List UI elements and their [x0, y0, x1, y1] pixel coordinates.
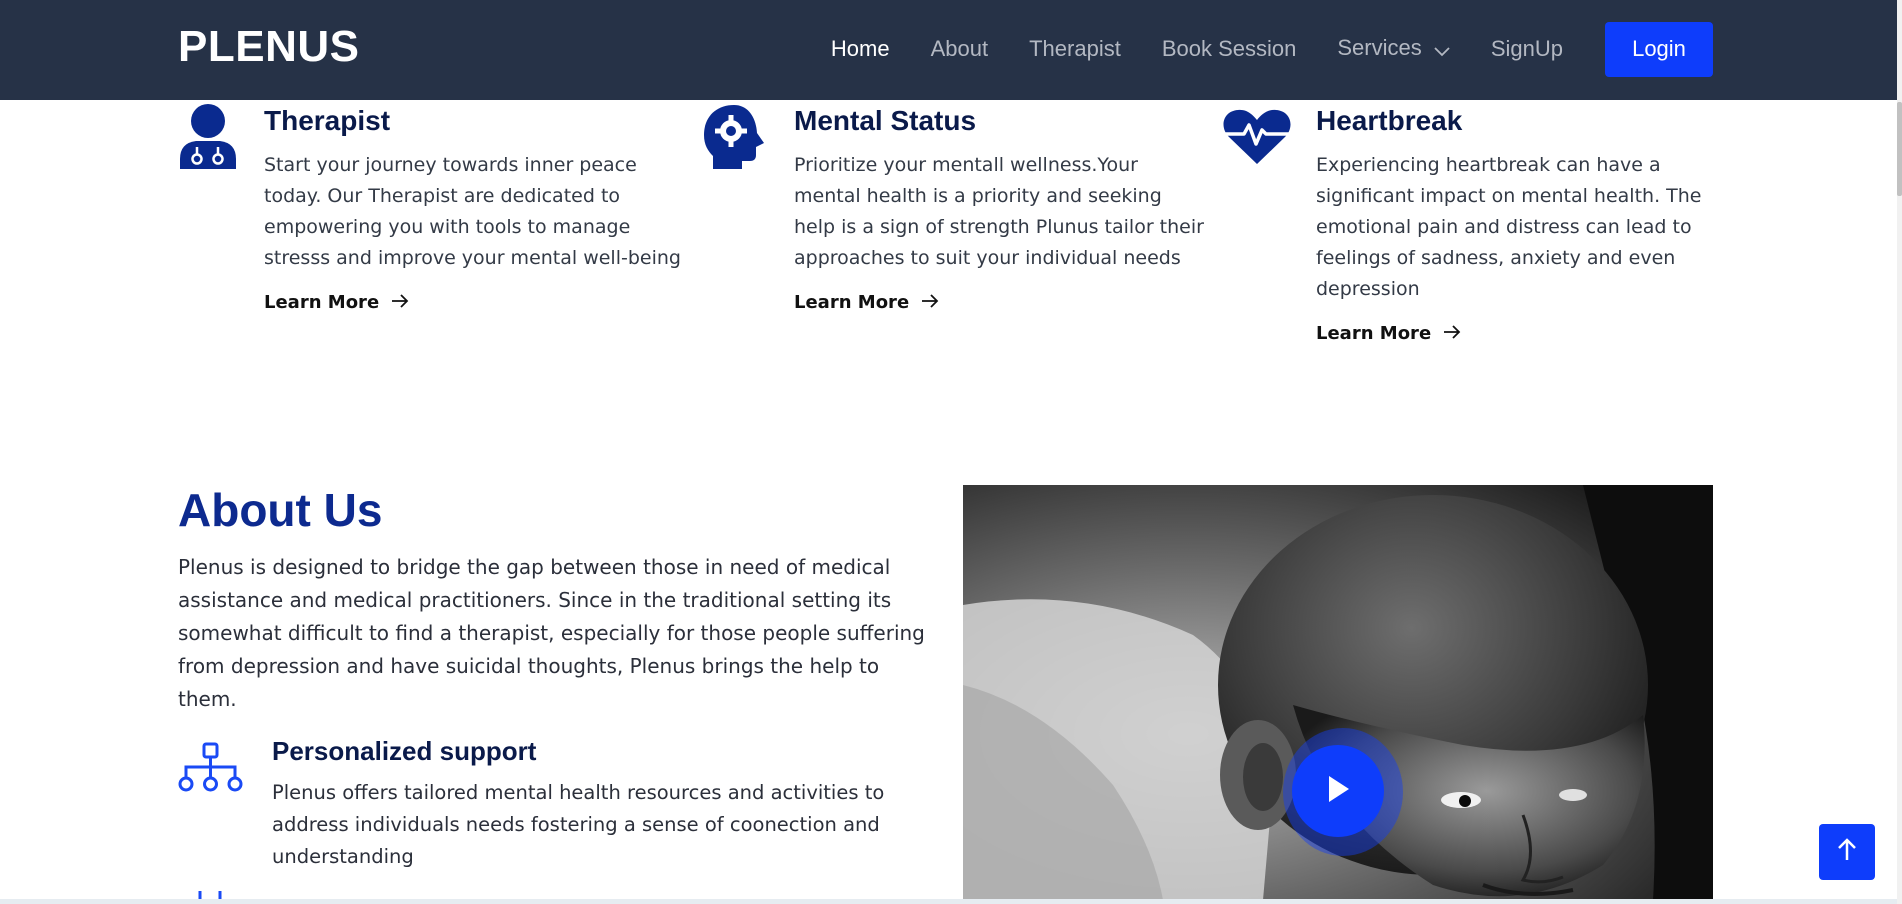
nav-therapist[interactable]: Therapist	[1029, 36, 1121, 62]
site-logo[interactable]: PLENUS	[178, 22, 359, 72]
about-text: Plenus is designed to bridge the gap bet…	[178, 555, 925, 711]
learn-more-label: Learn More	[794, 292, 910, 313]
feature-title: Mental Status	[794, 105, 977, 136]
arrow-right-icon	[391, 292, 409, 313]
login-button[interactable]: Login	[1605, 21, 1713, 77]
play-button[interactable]	[1292, 745, 1384, 837]
main-nav: Home About Therapist Book Session Servic…	[790, 21, 1713, 77]
network-icon	[178, 742, 244, 799]
support-title: Personalized support	[272, 736, 537, 766]
nav-services-label: Services	[1337, 35, 1422, 61]
learn-more-label: Learn More	[1316, 323, 1432, 344]
arrow-right-icon	[921, 292, 939, 313]
nav-signup[interactable]: SignUp	[1491, 36, 1563, 62]
head-gear-icon	[700, 103, 768, 176]
learn-more-link[interactable]: Learn More	[264, 292, 409, 313]
site-header: PLENUS Home About Therapist Book Session…	[0, 0, 1897, 100]
nav-home[interactable]: Home	[831, 36, 890, 62]
page-scrollbar[interactable]	[1897, 0, 1902, 904]
heart-pulse-icon	[1222, 108, 1292, 171]
feature-text: Start your journey towards inner peace t…	[264, 154, 681, 269]
scrollbar-thumb[interactable]	[1897, 102, 1902, 196]
feature-title: Therapist	[264, 105, 391, 136]
play-icon	[1325, 774, 1351, 809]
about-title: About Us	[178, 484, 383, 536]
back-to-top-button[interactable]	[1819, 824, 1875, 880]
learn-more-link[interactable]: Learn More	[1316, 323, 1461, 344]
learn-more-link[interactable]: Learn More	[794, 292, 939, 313]
arrow-up-icon	[1837, 837, 1857, 867]
nav-services[interactable]: Services	[1337, 35, 1450, 63]
feature-text: Experiencing heartbreak can have a signi…	[1316, 154, 1702, 300]
nav-about[interactable]: About	[931, 36, 989, 62]
arrow-right-icon	[1443, 323, 1461, 344]
nav-book-session[interactable]: Book Session	[1162, 36, 1297, 62]
chevron-down-icon	[1434, 37, 1450, 63]
feature-text: Prioritize your mentall wellness.Your me…	[794, 154, 1204, 269]
learn-more-label: Learn More	[264, 292, 380, 313]
doctor-icon	[178, 103, 238, 176]
feature-title: Heartbreak	[1316, 105, 1463, 136]
support-text: Plenus offers tailored mental health res…	[272, 781, 885, 868]
horizontal-scrollbar[interactable]	[0, 899, 1897, 904]
